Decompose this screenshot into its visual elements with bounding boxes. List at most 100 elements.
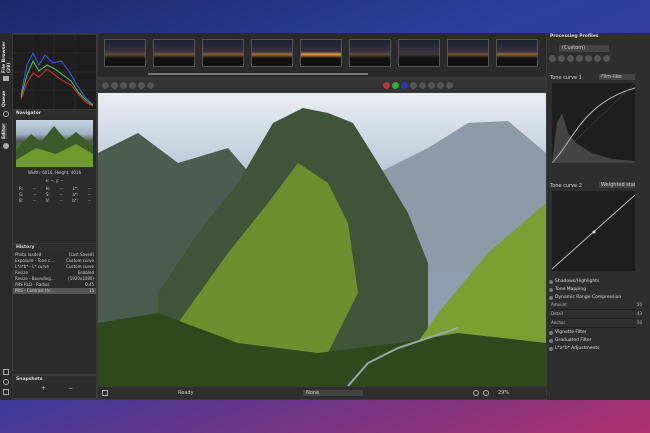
folder-icon [3, 76, 9, 81]
editor-icon [3, 143, 9, 149]
filmstrip-thumbnail[interactable] [153, 39, 195, 67]
slider-label: Detail [551, 311, 563, 316]
tool-tabs [549, 55, 648, 65]
settings-icon[interactable] [3, 369, 9, 375]
drc-sliders: Amount 50 Detail 43 Anchor 50 [547, 302, 650, 329]
wavelet-tab-icon[interactable] [576, 55, 583, 62]
slider-value: 50 [636, 320, 642, 325]
raw-tab-icon[interactable] [594, 55, 601, 62]
focus-mask-icon[interactable] [419, 82, 426, 89]
slider-value: 50 [636, 302, 642, 307]
wb-picker-icon[interactable] [129, 82, 136, 89]
image-size-label: Width: 6016, Height: 4016 [28, 170, 81, 175]
tone-mapping-section[interactable]: Tone Mapping [547, 286, 650, 294]
readout-cell: -- [33, 198, 36, 203]
hand-tool-icon[interactable] [120, 82, 127, 89]
drc-section[interactable]: Dynamic Range Compression [547, 294, 650, 302]
readout-row: B: -- V: -- b*: -- [17, 198, 93, 204]
save-icon[interactable] [102, 390, 108, 396]
navigator-title: Navigator [13, 110, 96, 117]
detail-tab-icon[interactable] [558, 55, 565, 62]
preview-lum-icon[interactable] [410, 82, 417, 89]
tone-curve-2-editor[interactable] [551, 191, 636, 271]
tools-list: Shadows/Highlights Tone Mapping Dynamic … [547, 278, 650, 353]
readout-cell: V: [45, 198, 50, 203]
filmstrip-thumbnail[interactable] [104, 39, 146, 67]
clip-shadows-icon[interactable] [428, 82, 435, 89]
filmstrip-thumbnail[interactable] [447, 39, 489, 67]
right-tools [383, 82, 455, 91]
metadata-tab-icon[interactable] [603, 55, 610, 62]
lab-section[interactable]: L*a*b* Adjustments [547, 345, 650, 353]
tone-curve-2-mode[interactable]: Weighted standard [599, 182, 635, 188]
vignette-section[interactable]: Vignette Filter [547, 329, 650, 337]
left-tab-strip: File Browser (28) Queue Editor [0, 33, 12, 400]
readout-cell: -- [59, 198, 63, 203]
color-tab-icon[interactable] [567, 55, 574, 62]
history-list: Photo loaded (Last Saved) Exposure - Tone … [13, 251, 96, 294]
drc-slider[interactable]: Anchor 50 [547, 320, 650, 329]
histogram-blue-channel [20, 51, 94, 106]
filmstrip [98, 33, 546, 77]
filmstrip-scrollbar[interactable] [148, 73, 368, 75]
tone-curve-1-editor[interactable] [551, 82, 636, 164]
filmstrip-thumbnail[interactable] [251, 39, 293, 67]
history-action: PRS - Contrast thr... [15, 288, 55, 293]
tone-curve-1-label: Tone curve 1 [550, 75, 582, 81]
status-bar: Ready None 29% [98, 387, 546, 399]
filmstrip-thumbnail[interactable] [300, 39, 342, 67]
history-row[interactable]: PRS - Contrast thr... 15 [13, 288, 96, 294]
filmstrip-thumbnail[interactable] [496, 39, 538, 67]
hide-right-panel-icon[interactable] [446, 82, 453, 89]
slider-track[interactable] [551, 327, 636, 328]
navigator-panel: Navigator Width: 6016, Height: 4016 x: -… [13, 110, 96, 243]
remove-snapshot-button[interactable]: − [68, 385, 73, 392]
exposure-tab-icon[interactable] [549, 55, 556, 62]
profile-select[interactable]: None [303, 390, 363, 396]
profile-dropdown[interactable]: (Custom) [559, 45, 609, 52]
history-value: 15 [88, 288, 94, 293]
zoom-out-icon[interactable] [473, 390, 479, 396]
graduated-section[interactable]: Graduated Filter [547, 337, 650, 345]
history-panel: History Photo loaded (Last Saved) Exposure… [13, 244, 96, 374]
crop-tool-icon[interactable] [138, 82, 145, 89]
zoom-level: 29% [498, 390, 510, 396]
tab-queue[interactable]: Queue [2, 91, 7, 107]
info-toggle-icon[interactable] [111, 82, 118, 89]
info-icon[interactable] [3, 379, 9, 385]
profile-dropdown-value: (Custom) [562, 45, 586, 51]
main-image[interactable] [98, 93, 546, 386]
editor-toolbar [98, 80, 546, 92]
filmstrip-thumbnail[interactable] [202, 39, 244, 67]
tab-editor[interactable]: Editor [2, 123, 7, 139]
clip-highlights-icon[interactable] [437, 82, 444, 89]
filmstrip-thumbnail[interactable] [398, 39, 440, 67]
snapshots-panel: Snapshots + − [13, 376, 96, 398]
fullscreen-icon[interactable] [3, 389, 9, 395]
navigator-preview[interactable] [16, 120, 93, 167]
app-window: File Browser (28) Queue Editor Navigator… [0, 33, 650, 400]
cursor-coordinates: x: --, y: -- [45, 178, 64, 183]
left-tools [102, 82, 156, 91]
preview-red-icon[interactable] [383, 82, 390, 89]
preview-blue-icon[interactable] [401, 82, 408, 89]
drc-slider[interactable]: Amount 50 [547, 302, 650, 311]
preview-green-icon[interactable] [392, 82, 399, 89]
zoom-in-icon[interactable] [483, 390, 489, 396]
slider-track[interactable] [551, 318, 636, 319]
gear-icon [3, 111, 9, 117]
hide-left-panel-icon[interactable] [102, 82, 109, 89]
slider-value: 43 [636, 311, 642, 316]
status-ready: Ready [178, 390, 194, 396]
filmstrip-thumbnail[interactable] [349, 39, 391, 67]
straighten-tool-icon[interactable] [147, 82, 154, 89]
add-snapshot-button[interactable]: + [41, 385, 46, 392]
transform-tab-icon[interactable] [585, 55, 592, 62]
slider-label: Amount [551, 302, 567, 307]
slider-track[interactable] [551, 309, 636, 310]
processing-profiles-title: Processing Profiles [547, 33, 650, 40]
shadows-highlights-section[interactable]: Shadows/Highlights [547, 278, 650, 286]
tone-curve-1-mode[interactable]: Film-like [599, 74, 635, 80]
drc-slider[interactable]: Detail 43 [547, 311, 650, 320]
tab-file-browser[interactable]: File Browser (28) [2, 37, 12, 73]
